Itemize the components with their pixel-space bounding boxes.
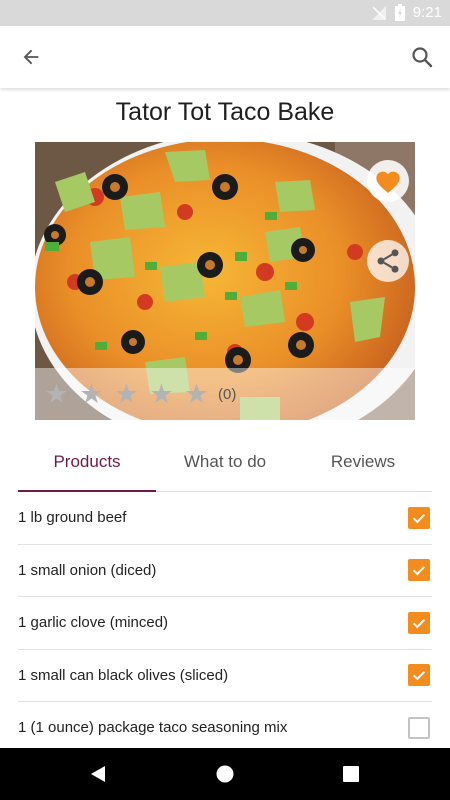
search-button[interactable] xyxy=(402,37,442,77)
ingredient-label: 1 garlic clove (minced) xyxy=(18,614,169,632)
tab-products[interactable]: Products xyxy=(18,436,156,492)
favorite-button[interactable] xyxy=(367,160,409,202)
recipe-title: Tator Tot Taco Bake xyxy=(115,98,335,126)
status-time: 9:21 xyxy=(412,4,442,21)
ingredient-label: 1 small can black olives (sliced) xyxy=(18,666,229,684)
list-item[interactable]: 1 lb ground beef xyxy=(18,492,432,545)
arrow-back-icon xyxy=(23,49,39,65)
tab-what-to-do[interactable]: What to do xyxy=(156,436,294,491)
ingredient-list: 1 lb ground beef 1 small onion (diced) 1… xyxy=(18,492,432,755)
star-icon[interactable]: ★ xyxy=(39,379,74,410)
circle-home-icon xyxy=(216,765,234,783)
no-signal-icon xyxy=(371,5,386,20)
battery-icon xyxy=(394,4,405,21)
tab-bar: Products What to do Reviews xyxy=(18,436,432,492)
checkbox-checked-icon[interactable] xyxy=(408,611,430,634)
ingredient-label: 1 small onion (diced) xyxy=(18,561,157,579)
nav-home-button[interactable] xyxy=(211,760,239,788)
app-bar xyxy=(0,26,450,88)
list-item[interactable]: 1 small onion (diced) xyxy=(18,545,432,597)
checkbox-unchecked-icon[interactable] xyxy=(408,716,430,739)
share-button[interactable] xyxy=(367,240,409,282)
nav-back-button[interactable] xyxy=(84,760,112,788)
status-bar: 9:21 xyxy=(0,0,450,26)
heart-icon xyxy=(376,171,400,194)
star-icon[interactable]: ★ xyxy=(74,379,109,410)
nav-recents-button[interactable] xyxy=(337,760,365,788)
search-icon xyxy=(412,47,433,68)
share-icon xyxy=(377,249,399,273)
status-icons: 9:21 xyxy=(371,4,442,21)
ingredient-label: 1 (1 ounce) package taco seasoning mix xyxy=(18,719,288,737)
checkbox-checked-icon[interactable] xyxy=(408,664,430,687)
back-button[interactable] xyxy=(11,37,51,77)
checkbox-checked-icon[interactable] xyxy=(408,506,430,529)
triangle-back-icon xyxy=(91,766,105,782)
list-item[interactable]: 1 (1 ounce) package taco seasoning mix xyxy=(18,702,432,755)
ingredient-label: 1 lb ground beef xyxy=(18,509,127,527)
star-icon[interactable]: ★ xyxy=(109,379,144,410)
tab-reviews[interactable]: Reviews xyxy=(294,436,432,491)
rating-bar: ★ ★ ★ ★ ★ (0) xyxy=(35,368,415,420)
checkbox-checked-icon[interactable] xyxy=(408,559,430,582)
rating-count: (0) xyxy=(218,385,237,403)
star-icon[interactable]: ★ xyxy=(144,379,179,410)
list-item[interactable]: 1 small can black olives (sliced) xyxy=(18,650,432,702)
system-nav-bar xyxy=(0,748,450,800)
square-recents-icon xyxy=(343,766,359,782)
recipe-image: ★ ★ ★ ★ ★ (0) xyxy=(35,142,415,420)
list-item[interactable]: 1 garlic clove (minced) xyxy=(18,597,432,650)
star-icon[interactable]: ★ xyxy=(179,379,214,410)
